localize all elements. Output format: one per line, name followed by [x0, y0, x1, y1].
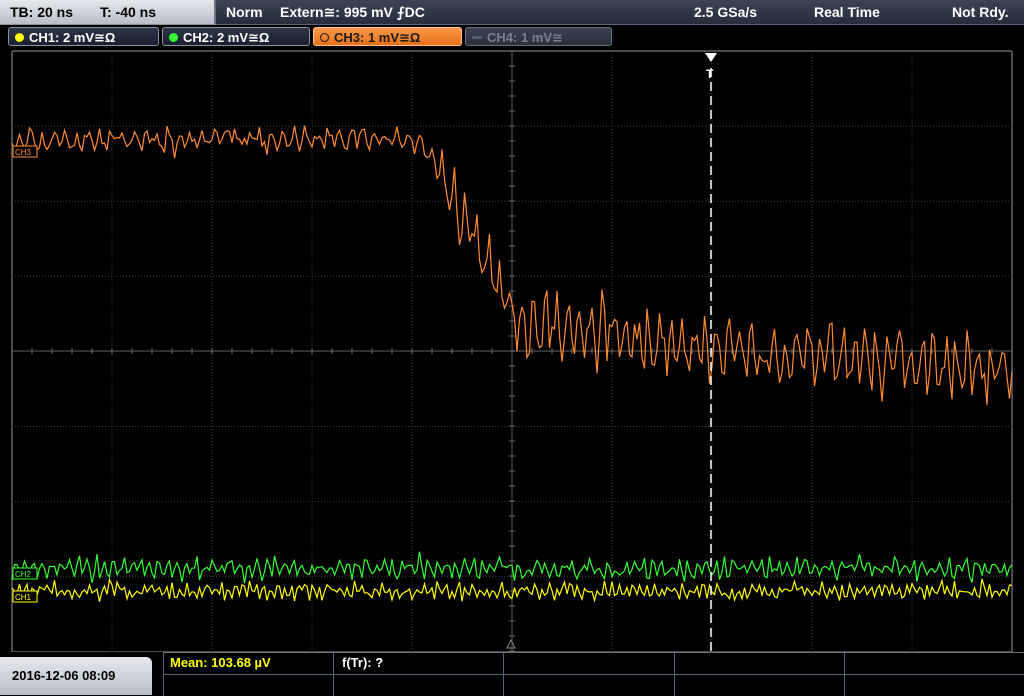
measurement-cell-4[interactable]	[674, 653, 844, 696]
mean-measurement: Mean: 103.68 µV	[170, 655, 271, 670]
channel-2-dot-icon	[169, 33, 178, 42]
date-time-box: 2016-12-06 08:09	[0, 657, 152, 695]
trigger-position-label: T: -40 ns	[100, 4, 157, 20]
channel-3-tab[interactable]: CH3: 1 mV≅Ω	[313, 27, 462, 46]
measurement-cell-3[interactable]	[503, 653, 674, 696]
acquisition-mode: Real Time	[814, 4, 880, 20]
trigger-marker-label: T	[706, 67, 714, 81]
timebase-label: TB: 20 ns	[10, 4, 74, 20]
rise-time-measurement: f(Tr): ?	[342, 655, 384, 670]
channel-2-label: CH2: 2 mV≅Ω	[183, 30, 270, 45]
top-status-bar: TB: 20 ns T: -40 ns Norm Extern≅: 995 mV…	[0, 0, 1024, 26]
trigger-source: Extern≅: 995 mV ⨍DC	[280, 4, 425, 20]
channel-2-offset-marker[interactable]: CH2	[12, 567, 38, 580]
channel-1-label: CH1: 2 mV≅Ω	[29, 30, 116, 45]
measurement-panel[interactable]: Mean: 103.68 µV f(Tr): ?	[163, 652, 1024, 696]
channel-1-dot-icon	[15, 33, 24, 42]
channel-4-tab[interactable]: CH4: 1 mV≅	[465, 27, 612, 46]
acquisition-bar[interactable]: Norm Extern≅: 995 mV ⨍DC 2.5 GSa/s Real …	[216, 0, 1024, 25]
channel-3-offset-marker[interactable]: CH3	[12, 145, 38, 158]
trigger-mode: Norm	[226, 4, 263, 20]
channel-1-tab[interactable]: CH1: 2 mV≅Ω	[8, 27, 159, 46]
channel-4-dash-icon	[472, 36, 482, 39]
channel-1-marker-label: CH1	[15, 593, 32, 602]
channel-1-offset-marker[interactable]: CH1	[12, 590, 38, 603]
waveform-display[interactable]: T CH3 CH2 CH1	[0, 48, 1024, 652]
channel-3-label: CH3: 1 mV≅Ω	[334, 30, 421, 45]
channel-4-label: CH4: 1 mV≅	[487, 30, 563, 45]
sample-rate: 2.5 GSa/s	[694, 4, 758, 20]
channel-3-dot-icon	[320, 33, 329, 42]
date-time-label: 2016-12-06 08:09	[12, 668, 116, 683]
channel-2-marker-label: CH2	[15, 570, 32, 579]
channel-2-tab[interactable]: CH2: 2 mV≅Ω	[162, 27, 310, 46]
acquisition-status: Not Rdy.	[952, 4, 1009, 20]
measurement-cell-5[interactable]	[844, 653, 1024, 696]
timebase-box[interactable]: TB: 20 ns T: -40 ns	[0, 0, 216, 25]
channel-3-marker-label: CH3	[15, 148, 32, 157]
measurement-cell-2[interactable]: f(Tr): ?	[333, 653, 503, 696]
measurement-cell-1[interactable]: Mean: 103.68 µV	[163, 653, 333, 696]
